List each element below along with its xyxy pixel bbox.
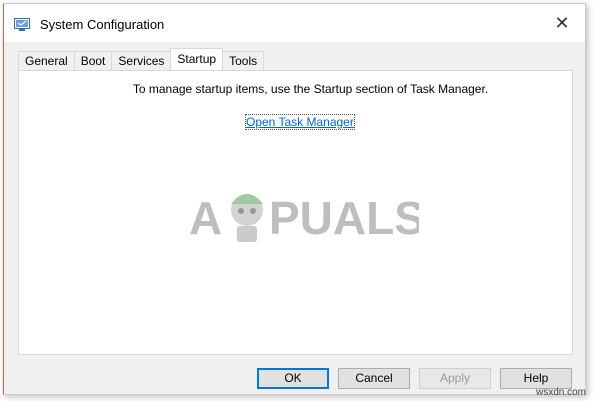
tab-general[interactable]: General [18, 51, 75, 70]
open-task-manager-link[interactable]: Open Task Manager [245, 114, 355, 130]
close-button[interactable]: ✕ [547, 10, 577, 36]
startup-tab-panel: To manage startup items, use the Startup… [18, 70, 573, 355]
tab-boot[interactable]: Boot [73, 51, 113, 70]
system-configuration-window: System Configuration ✕ General Boot Serv… [3, 3, 586, 395]
tab-strip: General Boot Services Startup Tools [18, 48, 265, 70]
watermark-right-text: PUALS [269, 192, 419, 244]
appuals-watermark: A PUALS [189, 192, 419, 244]
cancel-button[interactable]: Cancel [338, 368, 410, 389]
window-title: System Configuration [40, 17, 165, 32]
apply-button[interactable]: Apply [419, 368, 491, 389]
help-button[interactable]: Help [500, 368, 572, 389]
title-bar[interactable]: System Configuration ✕ [4, 4, 585, 42]
system-configuration-icon [14, 18, 30, 31]
mascot-icon [231, 194, 263, 242]
site-watermark: wsxdn.com [535, 387, 586, 398]
tab-tools[interactable]: Tools [222, 51, 265, 70]
watermark-left-text: A [189, 192, 222, 244]
startup-message: To manage startup items, use the Startup… [132, 82, 489, 96]
tab-services[interactable]: Services [111, 51, 172, 70]
close-icon: ✕ [554, 12, 570, 33]
tab-startup[interactable]: Startup [170, 48, 224, 70]
ok-button[interactable]: OK [257, 368, 329, 389]
